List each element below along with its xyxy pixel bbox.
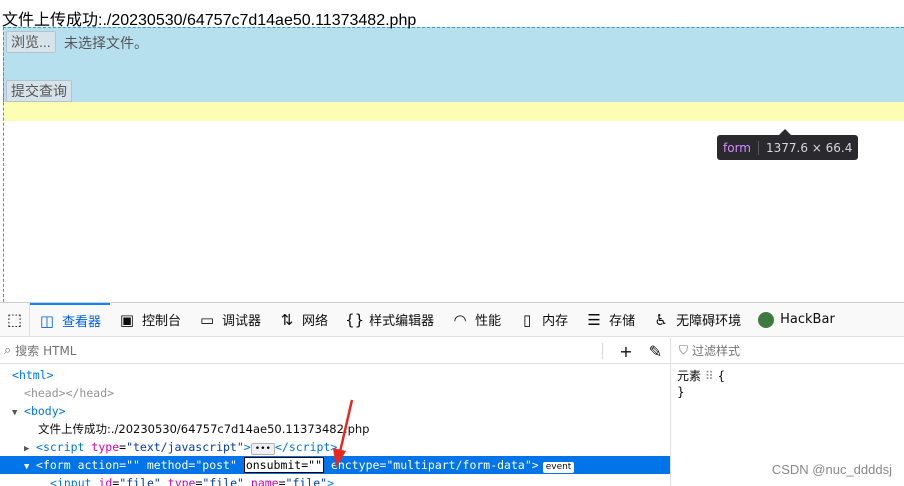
tab-label: 无障碍环境 xyxy=(676,314,742,329)
attr-value[interactable]: "multipart/form-data" xyxy=(386,458,531,472)
browse-button[interactable]: 浏览... xyxy=(6,31,56,53)
tab-network[interactable]: ⇅ 网络 xyxy=(270,303,337,337)
tooltip-divider xyxy=(757,140,759,155)
attr-value: "file" xyxy=(119,476,161,486)
tab-storage[interactable]: ☰ 存储 xyxy=(577,303,644,337)
watermark: CSDN @nuc_ddddsj xyxy=(771,462,892,477)
element-size-tooltip: form 1377.6 × 66.4 xyxy=(717,129,859,160)
node-body[interactable]: ▼ <body> xyxy=(0,402,670,420)
attr-name[interactable]: enctype xyxy=(331,458,379,472)
tag-name: head xyxy=(79,386,108,400)
attr-value: "file" xyxy=(285,476,328,486)
tag-name: form xyxy=(42,458,71,472)
search-input[interactable]: 搜索 HTML xyxy=(15,342,76,359)
filter-styles-bar[interactable]: ⛉ 过滤样式 xyxy=(671,338,904,364)
file-status-text: 未选择文件。 xyxy=(64,35,148,51)
html-search-bar[interactable]: ⌕ 搜索 HTML + ✎ xyxy=(0,338,670,364)
node-head[interactable]: <head></head> xyxy=(0,384,670,402)
filter-styles-input[interactable]: 过滤样式 xyxy=(692,342,740,359)
attr-value: "text/javascript" xyxy=(126,440,244,454)
tab-performance[interactable]: ◠ 性能 xyxy=(443,303,510,337)
rule-close-brace: } xyxy=(677,385,685,399)
tab-debugger[interactable]: ▭ 调试器 xyxy=(190,303,270,337)
rule-grid-icon[interactable]: ⠿ xyxy=(705,369,714,383)
rule-open-brace: { xyxy=(717,369,726,383)
devtools-tabbar: ⬚ ◫ 查看器 ▣ 控制台 ▭ 调试器 ⇅ 网络 {} 样式编辑器 ◠ 性能 ▯… xyxy=(0,302,904,337)
form-margin-highlight xyxy=(3,102,904,121)
markup-pane: ⌕ 搜索 HTML + ✎ <html> <head></head> ▼ <bod… xyxy=(0,338,670,486)
console-icon: ▣ xyxy=(119,310,135,329)
storage-icon: ☰ xyxy=(587,310,601,329)
onsubmit-attr-editor[interactable]: onsubmit="" xyxy=(243,457,325,473)
tab-memory[interactable]: ▯ 内存 xyxy=(510,303,577,337)
tab-label: 查看器 xyxy=(62,315,102,330)
attr-value: "" xyxy=(308,458,323,472)
accessibility-icon: ♿ xyxy=(654,310,668,329)
tag-name: body xyxy=(30,404,59,418)
node-script[interactable]: ▶ <script type="text/javascript"> ••• </scr… xyxy=(0,438,670,456)
markup-tree: <html> <head></head> ▼ <body> 文件上传成功:./20… xyxy=(0,364,670,486)
submit-query-button[interactable]: 提交查询 xyxy=(6,80,72,102)
tab-label: 调试器 xyxy=(222,314,262,329)
tag-name: html xyxy=(18,368,47,382)
performance-icon: ◠ xyxy=(453,310,467,329)
node-html[interactable]: <html> xyxy=(0,366,670,384)
collapsed-content-icon[interactable]: ••• xyxy=(250,443,275,455)
devtools-panel: ⬚ ◫ 查看器 ▣ 控制台 ▭ 调试器 ⇅ 网络 {} 样式编辑器 ◠ 性能 ▯… xyxy=(0,302,904,486)
tag-name: head xyxy=(30,386,59,400)
rule-selector: 元素 xyxy=(677,369,702,383)
tab-hackbar[interactable]: HackBar xyxy=(750,303,844,337)
tab-label: 存储 xyxy=(609,314,636,329)
eyedropper-icon[interactable]: ✎ xyxy=(649,342,662,361)
node-text[interactable]: 文件上传成功:./20230530/64757c7d14ae50.1137348… xyxy=(0,420,670,438)
inspector-icon: ◫ xyxy=(39,311,55,330)
tooltip-tag: form xyxy=(723,140,751,155)
element-rule: 元素 ⠿ { } xyxy=(671,364,904,404)
tab-label: 控制台 xyxy=(142,314,182,329)
event-badge[interactable]: event xyxy=(542,462,575,473)
node-form-selected[interactable]: ▼ <form action="" method="post" onsubmit=… xyxy=(0,456,670,474)
upload-success-message: 文件上传成功:./20230530/64757c7d14ae50.1137348… xyxy=(2,12,417,29)
tag-name: script xyxy=(288,440,331,454)
node-input[interactable]: <input id="file" type="file" name="file"… xyxy=(0,474,670,486)
tag-name: input xyxy=(56,476,92,486)
tab-style-editor[interactable]: {} 样式编辑器 xyxy=(337,303,443,337)
attr-value[interactable]: "post" xyxy=(195,458,237,472)
page-viewport: 文件上传成功:./20230530/64757c7d14ae50.1137348… xyxy=(0,0,904,302)
attr-name[interactable]: method xyxy=(147,458,189,472)
attr-name: id xyxy=(98,476,113,486)
highlight-guide-line xyxy=(3,27,4,302)
attr-name[interactable]: action xyxy=(78,458,120,472)
tab-label: 样式编辑器 xyxy=(369,314,435,329)
tag-name: script xyxy=(42,440,85,454)
tab-accessibility[interactable]: ♿ 无障碍环境 xyxy=(644,303,750,337)
debugger-icon: ▭ xyxy=(199,310,215,329)
memory-icon: ▯ xyxy=(522,310,532,329)
attr-name: name xyxy=(250,476,279,486)
attr-name: onsubmit xyxy=(245,458,302,472)
tab-console[interactable]: ▣ 控制台 xyxy=(110,303,190,337)
network-icon: ⇅ xyxy=(280,310,294,329)
style-editor-icon: {} xyxy=(345,310,365,329)
hackbar-icon xyxy=(758,311,775,328)
tooltip-dimensions: 1377.6 × 66.4 xyxy=(765,140,853,155)
attr-name: type xyxy=(167,476,196,486)
tab-inspector[interactable]: ◫ 查看器 xyxy=(30,302,111,337)
attr-value: "file" xyxy=(202,476,244,486)
attr-name: type xyxy=(91,440,120,454)
tab-label: 内存 xyxy=(542,314,569,329)
text-node-content: 文件上传成功:./20230530/64757c7d14ae50.1137348… xyxy=(38,422,370,436)
add-node-icon[interactable]: + xyxy=(619,342,632,361)
search-icon: ⌕ xyxy=(4,343,12,358)
attr-value[interactable]: "" xyxy=(126,458,140,472)
markup-toolbar: + ✎ xyxy=(603,338,662,364)
element-picker-icon[interactable]: ⬚ xyxy=(0,302,30,337)
tab-label: 性能 xyxy=(475,314,502,329)
filter-icon: ⛉ xyxy=(679,343,689,357)
tab-label: HackBar xyxy=(780,312,835,327)
tab-label: 网络 xyxy=(302,314,329,329)
